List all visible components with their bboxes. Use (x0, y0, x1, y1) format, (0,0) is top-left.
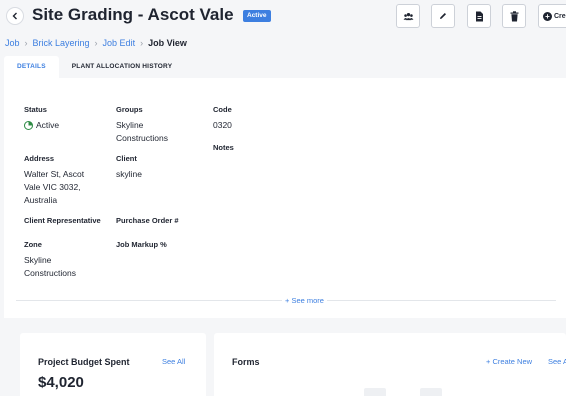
zone-field: Zone Skyline Constructions (24, 240, 104, 280)
header: Site Grading - Ascot Vale Active + Cre (0, 0, 566, 34)
purchase-order-field: Purchase Order # (116, 216, 179, 230)
edit-button[interactable] (431, 4, 455, 28)
address-field: Address Walter St, Ascot Vale VIC 3032, … (24, 154, 102, 207)
job-markup-field: Job Markup % (116, 240, 167, 254)
status-badge: Active (243, 10, 271, 22)
status-label: Status (24, 105, 47, 114)
breadcrumb-brick-layering[interactable]: Brick Layering (33, 38, 90, 48)
trash-icon (510, 10, 518, 21)
budget-title: Project Budget Spent (38, 357, 130, 367)
status-indicator-icon (24, 121, 33, 130)
edit-icon (440, 13, 446, 19)
tab-details[interactable]: DETAILS (4, 56, 59, 78)
zone-label: Zone (24, 240, 42, 249)
forms-see-all-link[interactable]: See A (548, 357, 566, 366)
create-new-form-link[interactable]: + Create New (486, 357, 532, 366)
client-label: Client (116, 154, 137, 163)
form-thumbnail (420, 388, 442, 396)
breadcrumb-job[interactable]: Job (5, 38, 20, 48)
budget-see-all-link[interactable]: See All (162, 357, 185, 366)
breadcrumb-current: Job View (148, 38, 187, 48)
team-button[interactable] (396, 4, 420, 28)
see-more-link[interactable]: + See more (282, 296, 327, 305)
chevron-left-icon (12, 12, 17, 20)
address-value: Walter St, Ascot Vale VIC 3032, Australi… (24, 169, 85, 205)
breadcrumb: Job › Brick Layering › Job Edit › Job Vi… (5, 38, 187, 48)
status-value: Active (36, 120, 60, 130)
groups-label: Groups (116, 105, 143, 114)
plus-icon: + (543, 11, 552, 21)
client-value: skyline (116, 169, 142, 179)
code-field: Code 0320 (213, 105, 232, 132)
create-button-label: Cre (554, 12, 566, 20)
client-representative-label: Client Representative (24, 216, 101, 225)
forms-title: Forms (232, 357, 260, 367)
chevron-right-icon: › (24, 38, 28, 48)
client-field: Client skyline (116, 154, 142, 181)
breadcrumb-job-edit[interactable]: Job Edit (103, 38, 136, 48)
budget-amount: $4,020 (38, 374, 84, 391)
create-button[interactable]: + Cre (538, 4, 566, 28)
purchase-order-label: Purchase Order # (116, 216, 179, 225)
document-icon (475, 11, 483, 21)
page-title: Site Grading - Ascot Vale (32, 5, 234, 24)
forms-card: Forms + Create New See A (214, 333, 566, 396)
groups-value: Skyline Constructions (116, 120, 168, 143)
status-field: Status Active (24, 105, 59, 132)
chevron-right-icon: › (140, 38, 144, 48)
notes-label: Notes (213, 143, 234, 152)
address-label: Address (24, 154, 55, 163)
chevron-right-icon: › (94, 38, 98, 48)
job-markup-label: Job Markup % (116, 240, 167, 249)
back-button[interactable] (6, 7, 24, 25)
notes-field: Notes (213, 143, 234, 157)
details-panel: Status Active Groups Skyline Constructio… (4, 78, 566, 318)
zone-value: Skyline Constructions (24, 255, 76, 278)
document-button[interactable] (467, 4, 491, 28)
code-label: Code (213, 105, 232, 114)
tab-plant-allocation-history[interactable]: PLANT ALLOCATION HISTORY (59, 56, 186, 78)
tab-bar: DETAILS PLANT ALLOCATION HISTORY (4, 56, 185, 78)
code-value: 0320 (213, 120, 232, 130)
project-budget-card: Project Budget Spent See All $4,020 (20, 333, 206, 396)
groups-field: Groups Skyline Constructions (116, 105, 196, 145)
form-thumbnail (364, 388, 386, 396)
team-icon (403, 12, 413, 20)
delete-button[interactable] (502, 4, 526, 28)
client-representative-field: Client Representative (24, 216, 101, 230)
